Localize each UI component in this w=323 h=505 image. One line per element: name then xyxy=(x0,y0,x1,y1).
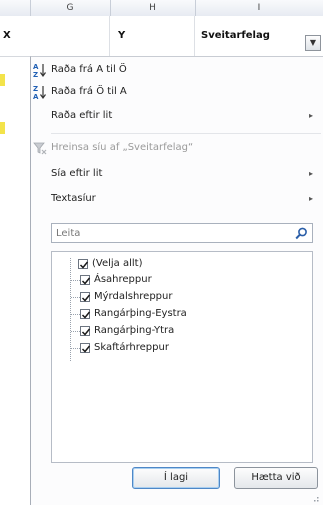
list-item-label: Rangárþing-Ytra xyxy=(94,325,175,336)
sort-by-color-item[interactable]: Raða eftir lit ▸ xyxy=(31,105,323,127)
row-highlight-mark xyxy=(0,122,5,134)
submenu-arrow-icon: ▸ xyxy=(308,194,313,203)
resize-grip-icon[interactable] xyxy=(311,494,319,502)
column-header-i[interactable]: I xyxy=(195,0,323,16)
checkbox[interactable] xyxy=(80,309,91,319)
tree-line xyxy=(71,348,80,349)
column-header-h[interactable]: H xyxy=(110,0,196,16)
checkbox[interactable] xyxy=(80,343,91,353)
sort-z-a-icon: Z A xyxy=(33,84,47,101)
checkbox[interactable] xyxy=(80,326,91,336)
menu-separator xyxy=(51,133,321,134)
list-item-label: (Velja allt) xyxy=(92,258,143,269)
cell-sveitarfelag[interactable]: Sveitarfelag xyxy=(195,16,323,56)
search-box xyxy=(51,223,313,243)
list-item-label: Skaftárhreppur xyxy=(94,342,169,353)
filter-dropdown-button[interactable]: ▼ xyxy=(305,35,321,51)
autofilter-menu: A Z Raða frá A til Ö Z A Raða frá Ö til … xyxy=(30,56,323,505)
list-item-label: Ásahreppur xyxy=(94,274,152,285)
svg-text:Z: Z xyxy=(33,85,38,93)
filter-value-list: (Velja allt) Ásahreppur Mýrdalshreppur R… xyxy=(51,251,313,463)
list-item-label: Mýrdalshreppur xyxy=(94,291,173,302)
svg-text:Z: Z xyxy=(33,71,38,78)
checkbox[interactable] xyxy=(80,292,91,302)
checkbox[interactable] xyxy=(80,275,91,285)
sort-descending-label: Raða frá Ö til A xyxy=(51,86,127,97)
column-header-blank xyxy=(0,0,31,16)
column-header-g[interactable]: G xyxy=(30,0,111,16)
svg-text:A: A xyxy=(33,63,39,71)
tree-line xyxy=(71,280,80,281)
search-input[interactable] xyxy=(56,226,286,240)
cell-y[interactable]: Y xyxy=(110,16,195,56)
column-header-bar: G H I xyxy=(0,0,323,17)
cell-x[interactable]: X xyxy=(0,16,110,56)
checkbox[interactable] xyxy=(78,259,89,269)
submenu-arrow-icon: ▸ xyxy=(308,169,313,178)
ok-button[interactable]: Í lagi xyxy=(132,467,220,489)
clear-filter-item[interactable]: Hreinsa síu af „Sveitarfelag“ xyxy=(31,137,323,159)
sort-descending-item[interactable]: Z A Raða frá Ö til A xyxy=(31,81,323,103)
row-highlight-mark xyxy=(0,74,5,86)
filter-by-color-label: Sía eftir lit xyxy=(51,168,103,179)
text-filters-label: Textasíur xyxy=(51,193,96,204)
header-row: X Y Sveitarfelag xyxy=(0,16,323,57)
clear-filter-icon xyxy=(33,140,47,156)
sort-ascending-item[interactable]: A Z Raða frá A til Ö xyxy=(31,59,323,81)
sort-a-z-icon: A Z xyxy=(33,62,47,79)
tree-line xyxy=(71,297,80,298)
cancel-button[interactable]: Hætta við xyxy=(234,467,318,489)
tree-line xyxy=(71,331,80,332)
tree-line xyxy=(70,258,71,361)
list-item-label: Rangárþing-Eystra xyxy=(94,308,187,319)
svg-text:A: A xyxy=(33,93,39,100)
sort-ascending-label: Raða frá A til Ö xyxy=(51,64,127,75)
text-filters-item[interactable]: Textasíur ▸ xyxy=(31,188,323,210)
clear-filter-label: Hreinsa síu af „Sveitarfelag“ xyxy=(51,142,194,153)
submenu-arrow-icon: ▸ xyxy=(308,111,313,120)
tree-line xyxy=(71,314,80,315)
search-icon[interactable] xyxy=(295,227,308,240)
filter-by-color-item[interactable]: Sía eftir lit ▸ xyxy=(31,163,323,185)
sort-by-color-label: Raða eftir lit xyxy=(51,110,113,121)
